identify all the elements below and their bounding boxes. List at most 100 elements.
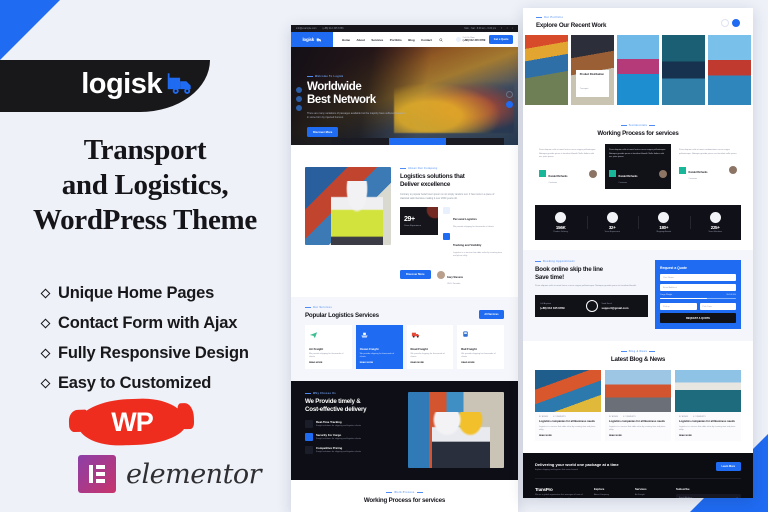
footer-brand-text: We are a global organization that manage… [535, 494, 583, 497]
email-field[interactable]: Email Address [660, 284, 736, 292]
blog-card[interactable]: BY ADMIN 0 COMMENTS Logistics companies … [535, 370, 601, 442]
blog-post-title[interactable]: Logistics companies for all Business nee… [679, 420, 737, 424]
nav-item-contact[interactable]: Contact [421, 38, 432, 42]
blog-read-more[interactable]: READ MORE [679, 435, 737, 437]
about-person: Gary Stevens CEO, Founder [436, 265, 463, 285]
service-card-road-freight[interactable]: Road Freight We provide shipping for tho… [406, 324, 454, 369]
portfolio-section: Our Portfolio Explore Our Recent Work Lo… [523, 8, 753, 115]
service-read-more[interactable]: READ MORE [309, 362, 348, 364]
hero-feature-card[interactable]: Real Time Delivery We provide shipping f… [331, 138, 389, 145]
email-value[interactable]: support@gmail.com [602, 306, 644, 310]
cargo-weight-slider[interactable]: Cargo Weight 50-100 KG [660, 294, 736, 300]
portfolio-item[interactable] [662, 35, 706, 105]
hero-feature-card[interactable]: Worldwide Services We provide shipping f… [388, 138, 447, 145]
hero-social-list[interactable] [296, 87, 302, 111]
blog-post-title[interactable]: Logistics companies for all Business nee… [609, 420, 667, 424]
preview-home-page[interactable]: info@example.com (+88) 012 345 6789 Mon … [291, 25, 518, 512]
social-linkedin-icon[interactable] [296, 105, 302, 111]
nav-links: Home About Services Portfolio Blog Conta… [342, 38, 432, 42]
about-cta-button[interactable]: Discover More [400, 269, 431, 280]
portfolio-item[interactable] [616, 35, 660, 105]
chevron-left-icon[interactable] [721, 18, 729, 27]
slider-next-button[interactable] [506, 101, 513, 108]
nav-item-services[interactable]: Services [371, 38, 383, 42]
why-item: Competitive Pricing Freight solutions fo… [305, 446, 400, 455]
social-facebook-icon[interactable] [296, 87, 302, 93]
social-facebook-icon[interactable]: f [501, 27, 502, 30]
feature-item: Fully Responsive Design [40, 344, 282, 363]
topbar-phone[interactable]: (+88) 012 345 6789 [323, 27, 344, 30]
nav-logo[interactable]: logisk [291, 32, 333, 47]
portfolio-item-active[interactable]: Logistics Product Distribution Transport [570, 35, 614, 105]
services-eyebrow: Our Services [305, 306, 379, 309]
blog-read-more[interactable]: READ MORE [539, 435, 597, 437]
testimonial-card: Proin aliquam velit sit amet luctus curs… [535, 144, 601, 189]
social-instagram-icon[interactable]: i [512, 27, 513, 30]
send-arrow-icon[interactable]: ➜ [735, 496, 738, 498]
hero-paragraph: There are many variations of passages av… [307, 111, 406, 119]
blog-post-title[interactable]: Logistics companies for all Business nee… [539, 420, 597, 424]
weight-value: 50-100 KG [726, 294, 736, 297]
date-field[interactable]: Pick Date [699, 303, 736, 311]
slider-prev-button[interactable] [506, 91, 513, 98]
testimonial-card: Proin aliquam velit sit amet condimentum… [675, 144, 741, 189]
blog-card[interactable]: BY ADMIN 0 COMMENTS Logistics companies … [605, 370, 671, 442]
social-twitter-icon[interactable]: t [507, 27, 508, 30]
search-icon[interactable] [439, 37, 443, 42]
footer-link[interactable]: Air Freight [635, 494, 669, 496]
poster-canvas: logisk Transport and Logistics, WordPres… [0, 0, 768, 512]
services-all-button[interactable]: All Services [478, 309, 504, 319]
hero-cta-button[interactable]: Discover More [307, 126, 339, 137]
pickup-field[interactable]: Pickup [660, 303, 697, 311]
nav-cta-button[interactable]: Get a Quote [489, 35, 513, 44]
process-eyebrow-label: Work Process [394, 490, 415, 494]
submit-quote-button[interactable]: REQUEST A QUOTE [660, 313, 736, 324]
blog-excerpt: Logistics is a service that adds value b… [539, 425, 596, 431]
chevron-right-icon[interactable] [732, 18, 740, 27]
portfolio-item[interactable] [708, 35, 751, 105]
service-card-rail-freight[interactable]: Rail Freight We provide shipping for tho… [457, 324, 504, 369]
blog-card[interactable]: BY ADMIN 0 COMMENTS Logistics companies … [675, 370, 741, 442]
quote-form-title: Request a Quote [660, 266, 687, 271]
name-field[interactable]: Your Name [660, 274, 736, 282]
truck-icon [167, 73, 191, 94]
service-card-air-freight[interactable]: Air Freight We provide shipping for thou… [305, 324, 352, 369]
social-twitter-icon[interactable] [296, 96, 302, 102]
testimonial-name: Donald Richards [688, 171, 708, 175]
portfolio-eyebrow-label: Our Portfolio [544, 16, 564, 19]
nav-item-about[interactable]: About [357, 38, 365, 42]
services-title: Popular Logistics Services [305, 311, 379, 319]
service-read-more[interactable]: READ MORE [461, 362, 500, 364]
service-read-more[interactable]: READ MORE [360, 362, 399, 364]
quote-form[interactable]: Request a Quote Your Name Email Address … [655, 260, 741, 330]
footer-cta-button[interactable]: Learn More [715, 462, 741, 472]
feature-list: Unique Home Pages Contact Form with Ajax… [40, 284, 282, 404]
process-eyebrow: Work Process [303, 491, 506, 494]
blog-read-more[interactable]: READ MORE [609, 435, 667, 437]
service-card-ocean-freight[interactable]: Ocean Freight We provide shipping for th… [355, 324, 403, 369]
testimonial-name: Ronald Richards [618, 174, 638, 178]
booking-title: Book online skip the line Save time! [535, 266, 648, 282]
nav-item-blog[interactable]: Blog [408, 38, 414, 42]
phone-label: Call Anytime [540, 302, 552, 305]
subscribe-email-input[interactable]: Email Address ➜ [676, 494, 741, 498]
portfolio-item[interactable] [525, 35, 568, 105]
nav-item-portfolio[interactable]: Portfolio [390, 38, 402, 42]
avatar [436, 270, 445, 279]
topbar-email[interactable]: info@example.com [296, 27, 317, 30]
portfolio-item-title: Product Distribution [579, 73, 604, 76]
phone-value[interactable]: (+88) 012 345 6789 [540, 306, 582, 310]
service-read-more[interactable]: READ MORE [411, 362, 450, 364]
nav-contact[interactable]: Call Us Now (+88) 012 345 6789 [455, 37, 485, 42]
about-paragraph: Contrary to popular belief lorem ipsum i… [400, 192, 495, 201]
footer-link[interactable]: About Company [594, 494, 628, 496]
testimonial-card-active: Proin aliquam velit sit amet luctus curs… [605, 144, 671, 189]
hero-feature-card[interactable]: 24/7 Online Support We provide shipping … [446, 138, 505, 145]
preview-inner-pages[interactable]: Our Portfolio Explore Our Recent Work Lo… [523, 8, 753, 498]
about-point-text: We provide shipping for thousands of cli… [453, 225, 494, 228]
footer-brand-name: TransPro [535, 487, 553, 493]
stats-bar: 156K Product Delivery 32+ Years Experien… [535, 204, 741, 241]
diamond-bullet-icon [40, 318, 51, 329]
nav-item-home[interactable]: Home [342, 38, 350, 42]
hero-slider-controls[interactable] [506, 91, 513, 108]
